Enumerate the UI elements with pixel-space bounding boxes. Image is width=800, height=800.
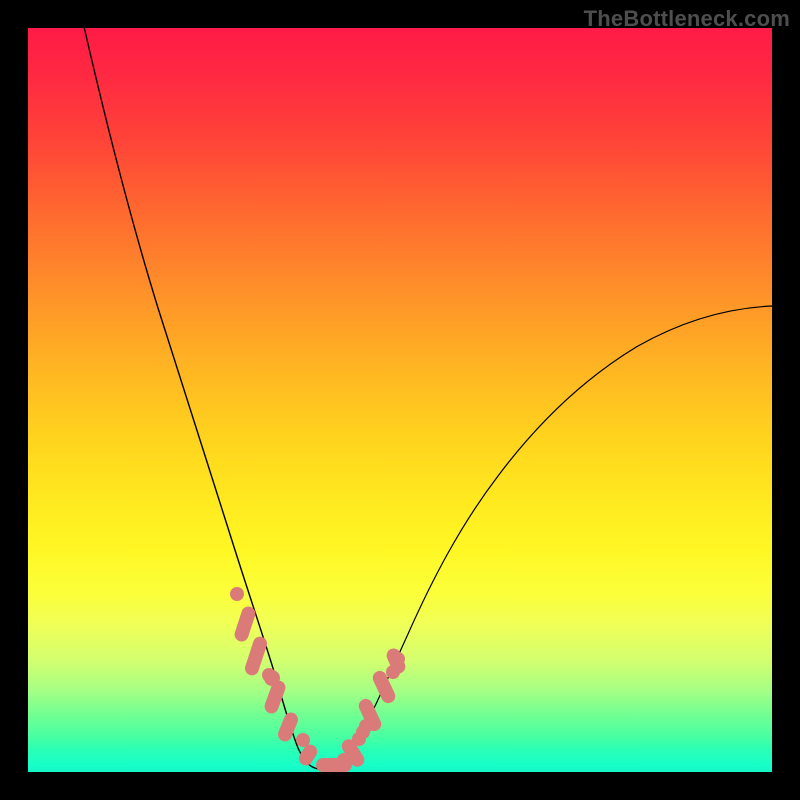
curve-overlay [28, 28, 772, 772]
marker-dot [230, 587, 244, 601]
bottleneck-curve-left [82, 28, 318, 769]
chart-stage: TheBottleneck.com [0, 0, 800, 800]
marker-capsule [233, 605, 257, 644]
watermark-text: TheBottleneck.com [584, 6, 790, 32]
plot-area [28, 28, 772, 772]
marker-dot [391, 652, 405, 666]
marker-dot [296, 733, 310, 747]
bottleneck-curve-right [334, 306, 772, 769]
marker-capsule [263, 679, 288, 716]
